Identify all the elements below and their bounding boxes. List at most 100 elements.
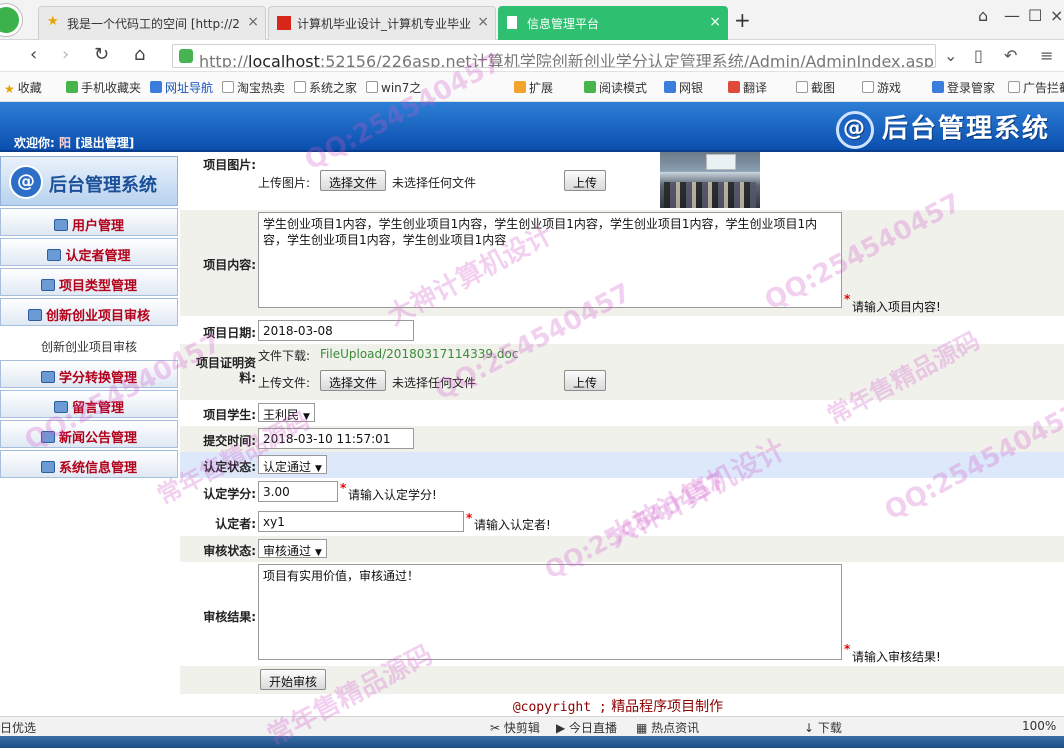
close-tab-icon[interactable]: ×: [709, 14, 721, 30]
address-bar-input[interactable]: http://localhost:52156/226asp.net计算机学院创新…: [172, 44, 936, 68]
sidebar-item-user-management[interactable]: 用户管理: [0, 208, 178, 236]
start-review-button[interactable]: 开始审核: [260, 669, 327, 690]
sidebar-brand: @ 后台管理系统: [0, 156, 178, 206]
close-window-icon[interactable]: ×: [1050, 6, 1063, 25]
status-live[interactable]: ▶ 今日直播: [556, 719, 617, 736]
os-taskbar: [0, 736, 1064, 748]
menu-folder-icon: [53, 401, 68, 413]
sidebar-logo-icon: @: [9, 165, 43, 199]
copyright-code: @copyright ;: [512, 700, 607, 715]
bookmarks-bar: ★ 收藏 手机收藏夹 网址导航 淘宝热卖 系统之家 win7之 扩展 阅读模式 网…: [0, 72, 1064, 102]
bookmark-extensions[interactable]: 扩展: [514, 79, 553, 96]
certifier-input[interactable]: xy1: [258, 511, 464, 532]
url-path: :52156/226asp.net计算机学院创新创业学分认定管理系统/Admin…: [319, 52, 936, 68]
sidebar: @ 后台管理系统 用户管理 认定者管理 项目类型管理 创新创业项目审核 创新创业…: [0, 152, 178, 718]
browser-tab-3-active[interactable]: 信息管理平台 ×: [498, 6, 728, 40]
page-icon: [222, 81, 234, 93]
sidebar-item-system-info-management[interactable]: 系统信息管理: [0, 450, 178, 478]
row-cert-status: 认定状态: 认定通过 ▼: [180, 452, 1064, 478]
reload-icon[interactable]: ↻: [94, 44, 109, 65]
upload-image-button[interactable]: 上传: [564, 170, 607, 191]
undo-icon[interactable]: ↶: [1004, 46, 1017, 65]
submit-time-input[interactable]: 2018-03-10 11:57:01: [258, 428, 414, 449]
review-result-textarea[interactable]: 项目有实用价值，审核通过！: [258, 564, 842, 660]
new-tab-icon[interactable]: +: [734, 8, 751, 32]
cert-status-select[interactable]: 认定通过 ▼: [258, 455, 327, 474]
system-brand: @ 后台管理系统: [835, 108, 1050, 149]
project-content-textarea[interactable]: 学生创业项目1内容，学生创业项目1内容，学生创业项目1内容，学生创业项目1内容，…: [258, 212, 842, 308]
home-icon[interactable]: ⌂: [134, 44, 145, 65]
menu-folder-icon: [27, 309, 42, 321]
review-status-select[interactable]: 审核通过 ▼: [258, 539, 327, 558]
menu-folder-icon: [40, 371, 55, 383]
bookmark-favorites[interactable]: ★ 收藏: [4, 79, 42, 96]
status-download[interactable]: ↓ 下载: [804, 719, 842, 736]
bookmark-translate[interactable]: 翻译: [728, 79, 767, 96]
browser-tab-1[interactable]: ★ 我是一个代码工的空间 [http://2 ×: [38, 6, 266, 40]
status-hot-news[interactable]: ▦ 热点资讯: [636, 719, 699, 736]
browser-logo-icon[interactable]: [0, 4, 22, 36]
status-quick-edit[interactable]: ✂ 快剪辑: [490, 719, 540, 736]
maximize-icon[interactable]: ☐: [1028, 6, 1042, 25]
current-username: 阳: [59, 136, 72, 150]
back-icon[interactable]: ‹: [30, 44, 37, 65]
choose-file-button[interactable]: 选择文件: [320, 370, 387, 391]
choose-image-button[interactable]: 选择文件: [320, 170, 387, 191]
row-project-proof: 项目证明资料: 文件下载: FileUpload/20180317114339.…: [180, 344, 1064, 400]
upload-file-button[interactable]: 上传: [564, 370, 607, 391]
bookmark-system[interactable]: 系统之家: [294, 79, 357, 96]
forward-icon[interactable]: ›: [62, 44, 69, 65]
dropdown-arrow-icon: ▼: [315, 548, 322, 558]
sidebar-item-project-type-management[interactable]: 项目类型管理: [0, 268, 178, 296]
sidebar-subitem-project-review[interactable]: 创新创业项目审核: [0, 332, 178, 358]
certifier-label: 认定者:: [215, 517, 256, 531]
sidebar-item-credit-conversion[interactable]: 学分转换管理: [0, 360, 178, 388]
dropdown-arrow-icon: ▼: [315, 464, 322, 474]
credits-required-mark: *: [340, 481, 347, 495]
bookmark-bank[interactable]: 网银: [664, 79, 703, 96]
bookmark-nav[interactable]: 网址导航: [150, 79, 213, 96]
logout-link[interactable]: [退出管理]: [75, 136, 134, 150]
minimize-icon[interactable]: —: [1004, 6, 1020, 25]
dropdown-chevron-icon[interactable]: ⌄: [944, 46, 957, 65]
bookmark-screenshot[interactable]: 截图: [796, 79, 835, 96]
bookmark-reading-mode[interactable]: 阅读模式: [584, 79, 647, 96]
close-tab-icon[interactable]: ×: [477, 14, 489, 30]
project-student-select[interactable]: 王利民 ▼: [258, 403, 315, 422]
browser-tab-strip: ★ 我是一个代码工的空间 [http://2 × 计算机毕业设计_计算机专业毕业…: [0, 0, 1064, 40]
credits-input[interactable]: 3.00: [258, 481, 338, 502]
admin-header: 欢迎你: 阳 [退出管理] @ 后台管理系统: [0, 102, 1064, 152]
menu-folder-icon: [40, 461, 55, 473]
sidebar-item-message-management[interactable]: 留言管理: [0, 390, 178, 418]
project-student-label: 项目学生:: [203, 408, 256, 422]
project-review-form: 项目图片: 上传图片: 选择文件 未选择任何文件 上传 项目内容: 学生创业项目…: [178, 152, 1064, 718]
sidebar-item-news-management[interactable]: 新闻公告管理: [0, 420, 178, 448]
review-required-mark: *: [844, 642, 851, 656]
bookmark-taobao[interactable]: 淘宝热卖: [222, 79, 285, 96]
certifier-required-mark: *: [466, 511, 473, 525]
file-download-link[interactable]: FileUpload/20180317114339.doc: [320, 347, 518, 361]
browser-status-bar: 日优选 ✂ 快剪辑 ▶ 今日直播 ▦ 热点资讯 ↓ 下载 100%: [0, 716, 1064, 736]
browser-tab-2[interactable]: 计算机毕业设计_计算机专业毕业 ×: [268, 6, 496, 40]
bookmark-mobile[interactable]: 手机收藏夹: [66, 79, 141, 96]
menu-folder-icon: [40, 431, 55, 443]
row-project-content: 项目内容: 学生创业项目1内容，学生创业项目1内容，学生创业项目1内容，学生创业…: [180, 210, 1064, 316]
phone-icon[interactable]: ▯: [974, 46, 983, 65]
sidebar-item-project-review[interactable]: 创新创业项目审核: [0, 298, 178, 326]
bookmark-adblock[interactable]: 广告拦截: [1008, 79, 1064, 96]
bookmark-games[interactable]: 游戏: [862, 79, 901, 96]
close-tab-icon[interactable]: ×: [247, 14, 259, 30]
bookmark-login-manager[interactable]: 登录管家: [932, 79, 995, 96]
menu-icon[interactable]: ≡: [1040, 46, 1053, 65]
scissors-icon: [796, 81, 808, 93]
sidebar-item-certifier-management[interactable]: 认定者管理: [0, 238, 178, 266]
project-date-input[interactable]: 2018-03-08: [258, 320, 414, 341]
url-host: localhost: [248, 52, 320, 68]
bookmark-win7[interactable]: win7之: [366, 79, 421, 96]
skin-icon[interactable]: ⌂: [978, 6, 988, 25]
download-icon: ↓: [804, 721, 818, 735]
menu-folder-icon: [40, 279, 55, 291]
page-icon: [507, 16, 517, 29]
zoom-level[interactable]: 100%: [1022, 719, 1056, 733]
phone-icon: [66, 81, 78, 93]
